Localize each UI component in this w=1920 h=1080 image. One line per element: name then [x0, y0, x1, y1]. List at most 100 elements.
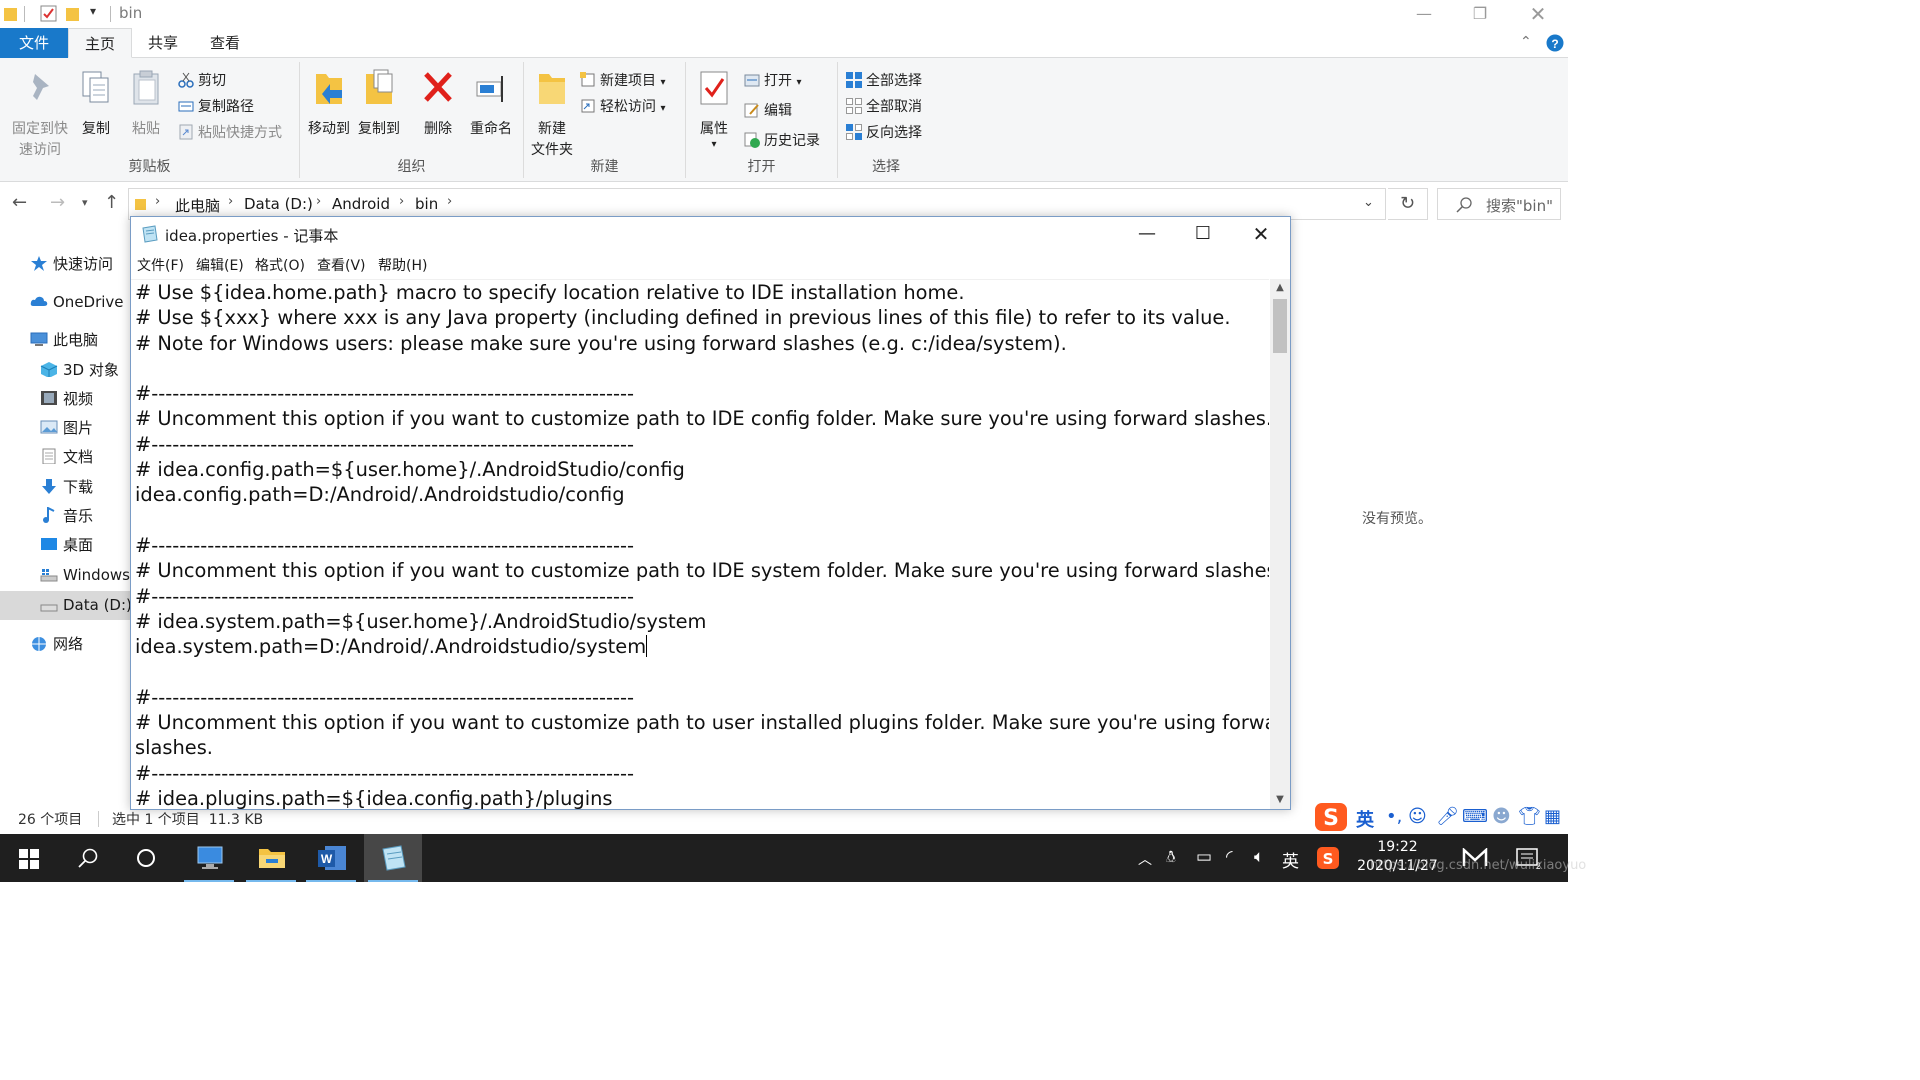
- breadcrumb-bin[interactable]: bin: [415, 195, 438, 213]
- new-item-button[interactable]: 新建项目 ▾: [580, 70, 665, 92]
- refresh-button[interactable]: ↻: [1388, 188, 1428, 220]
- copy-to-button[interactable]: 复制到: [354, 68, 404, 140]
- nav-documents[interactable]: 文档: [0, 443, 130, 472]
- taskbar-notepad[interactable]: [364, 834, 422, 882]
- nav-pictures[interactable]: 图片: [0, 414, 130, 443]
- nav-data-d[interactable]: Data (D:): [0, 591, 130, 620]
- keyboard-icon[interactable]: ⌨: [1462, 806, 1488, 827]
- delete-button[interactable]: 删除: [414, 68, 462, 140]
- notepad-close-button[interactable]: ✕: [1233, 217, 1289, 251]
- edit-button[interactable]: 编辑: [744, 100, 792, 122]
- taskbar-word[interactable]: W: [302, 834, 360, 882]
- qq-tray-icon[interactable]: 🐧︎: [1166, 847, 1176, 869]
- task-view-button[interactable]: [116, 834, 174, 882]
- properties-button[interactable]: 属性 ▾: [692, 68, 736, 150]
- search-box[interactable]: 搜索"bin": [1437, 188, 1561, 220]
- menu-format[interactable]: 格式(O): [255, 255, 305, 275]
- tab-file[interactable]: 文件: [0, 28, 68, 58]
- address-dropdown-icon[interactable]: ⌄: [1363, 195, 1374, 210]
- scroll-up-arrow-icon[interactable]: ▲: [1270, 279, 1290, 297]
- paste-button[interactable]: 粘贴: [126, 68, 166, 140]
- customize-toolbar-icon[interactable]: ▾: [90, 4, 96, 22]
- menu-view[interactable]: 查看(V): [317, 255, 366, 275]
- sogou-logo-icon[interactable]: S: [1314, 802, 1348, 832]
- maximize-button[interactable]: ❐: [1451, 0, 1509, 28]
- open-button[interactable]: 打开 ▾: [744, 70, 801, 92]
- copy-button[interactable]: 复制: [76, 68, 116, 140]
- breadcrumb-data-d[interactable]: Data (D:): [244, 195, 313, 213]
- breadcrumb-this-pc[interactable]: 此电脑: [175, 195, 220, 216]
- rename-button[interactable]: 重命名: [464, 68, 518, 140]
- tab-view[interactable]: 查看: [194, 28, 256, 58]
- nav-downloads[interactable]: 下载: [0, 473, 130, 502]
- nav-network[interactable]: 网络: [0, 630, 130, 659]
- taskbar-file-explorer[interactable]: [242, 834, 300, 882]
- nav-this-pc[interactable]: 此电脑: [0, 326, 130, 355]
- new-folder-button[interactable]: 新建 文件夹: [526, 68, 578, 161]
- scroll-thumb[interactable]: [1273, 299, 1287, 353]
- nav-videos[interactable]: 视频: [0, 385, 130, 414]
- user-icon[interactable]: ☻: [1492, 806, 1511, 827]
- notepad-minimize-button[interactable]: —: [1119, 217, 1175, 251]
- tab-share[interactable]: 共享: [132, 28, 194, 58]
- toolbox-icon[interactable]: ▦: [1544, 806, 1561, 827]
- paste-shortcut-button[interactable]: 粘贴快捷方式: [178, 122, 282, 144]
- new-folder-icon[interactable]: [66, 5, 80, 23]
- volume-icon[interactable]: 🔈︎: [1254, 847, 1264, 867]
- close-button[interactable]: ✕: [1509, 0, 1567, 28]
- sogou-tray-icon[interactable]: S: [1316, 846, 1340, 870]
- taskbar-remote-desktop[interactable]: [180, 834, 238, 882]
- start-button[interactable]: [0, 834, 58, 882]
- properties-icon[interactable]: [40, 5, 58, 23]
- taskbar-search-button[interactable]: [58, 834, 116, 882]
- notepad-maximize-button[interactable]: ☐: [1175, 217, 1231, 251]
- select-none-button[interactable]: 全部取消: [846, 96, 922, 118]
- cut-button[interactable]: 剪切: [178, 70, 226, 92]
- vertical-scrollbar[interactable]: ▲ ▼: [1270, 279, 1290, 809]
- menu-help[interactable]: 帮助(H): [378, 255, 427, 275]
- scroll-down-arrow-icon[interactable]: ▼: [1270, 791, 1290, 809]
- help-icon[interactable]: ?: [1546, 34, 1564, 52]
- microphone-icon[interactable]: 🎤︎: [1436, 806, 1459, 827]
- group-label-open: 打开: [747, 159, 776, 175]
- collapse-ribbon-icon[interactable]: ⌃: [1520, 34, 1532, 50]
- nav-3d-objects[interactable]: 3D 对象: [0, 356, 130, 385]
- notepad-window: idea.properties - 记事本 — ☐ ✕ 文件(F) 编辑(E) …: [130, 216, 1291, 810]
- menu-edit[interactable]: 编辑(E): [196, 255, 244, 275]
- menu-file[interactable]: 文件(F): [137, 255, 184, 275]
- back-arrow-icon[interactable]: ←: [12, 192, 27, 213]
- wifi-icon[interactable]: ◜: [1226, 847, 1233, 867]
- new-item-icon: [580, 72, 595, 87]
- nav-music[interactable]: 音乐: [0, 502, 130, 531]
- show-hidden-icons-chevron-icon[interactable]: ︿: [1138, 849, 1152, 869]
- select-all-button[interactable]: 全部选择: [846, 70, 922, 92]
- easy-access-button[interactable]: 轻松访问 ▾: [580, 96, 665, 118]
- minimize-button[interactable]: —: [1395, 0, 1453, 28]
- cloud-icon: [30, 296, 48, 306]
- ime-language-toggle[interactable]: 英: [1356, 806, 1374, 832]
- history-button[interactable]: 历史记录: [744, 130, 820, 152]
- battery-icon[interactable]: ▭: [1196, 847, 1212, 867]
- notepad-text-area[interactable]: # Use ${idea.home.path} macro to specify…: [131, 279, 1269, 809]
- up-arrow-icon[interactable]: ↑: [104, 192, 119, 213]
- copy-path-button[interactable]: 复制路径: [178, 96, 254, 118]
- nav-desktop[interactable]: 桌面: [0, 531, 130, 560]
- skin-icon[interactable]: 👕︎: [1518, 806, 1541, 827]
- text-line: # idea.system.path=${user.home}/.Android…: [135, 609, 707, 633]
- recent-locations-icon[interactable]: ▾: [82, 196, 88, 209]
- breadcrumb-android[interactable]: Android: [332, 195, 390, 213]
- refresh-icon: ↻: [1399, 193, 1416, 214]
- emoji-icon[interactable]: ☺: [1408, 806, 1427, 827]
- group-select: 全部选择 全部取消 反向选择 选择: [838, 62, 934, 178]
- nav-onedrive[interactable]: OneDrive: [0, 288, 130, 317]
- invert-selection-button[interactable]: 反向选择: [846, 122, 922, 144]
- forward-arrow-icon[interactable]: →: [50, 192, 65, 213]
- group-open: 属性 ▾ 打开 ▾ 编辑 历史记录 打开: [686, 62, 838, 178]
- nav-quick-access[interactable]: 快速访问: [0, 250, 130, 279]
- nav-windows-drive[interactable]: Windows: [0, 561, 130, 590]
- tray-language-indicator[interactable]: 英: [1282, 847, 1299, 872]
- tab-home[interactable]: 主页: [68, 28, 132, 58]
- move-to-button[interactable]: 移动到: [304, 68, 354, 140]
- punctuation-icon[interactable]: •,: [1386, 806, 1402, 827]
- pin-quick-access-button[interactable]: 固定到快 速访问: [6, 68, 74, 161]
